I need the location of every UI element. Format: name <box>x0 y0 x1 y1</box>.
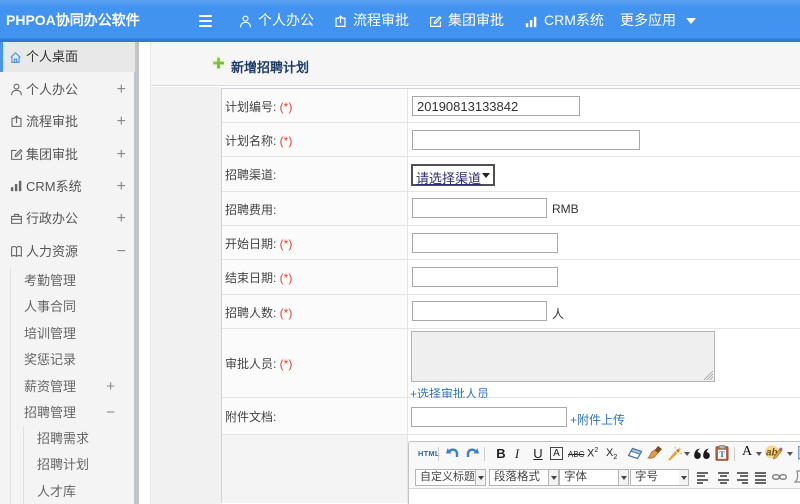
svg-text:T: T <box>719 450 725 459</box>
